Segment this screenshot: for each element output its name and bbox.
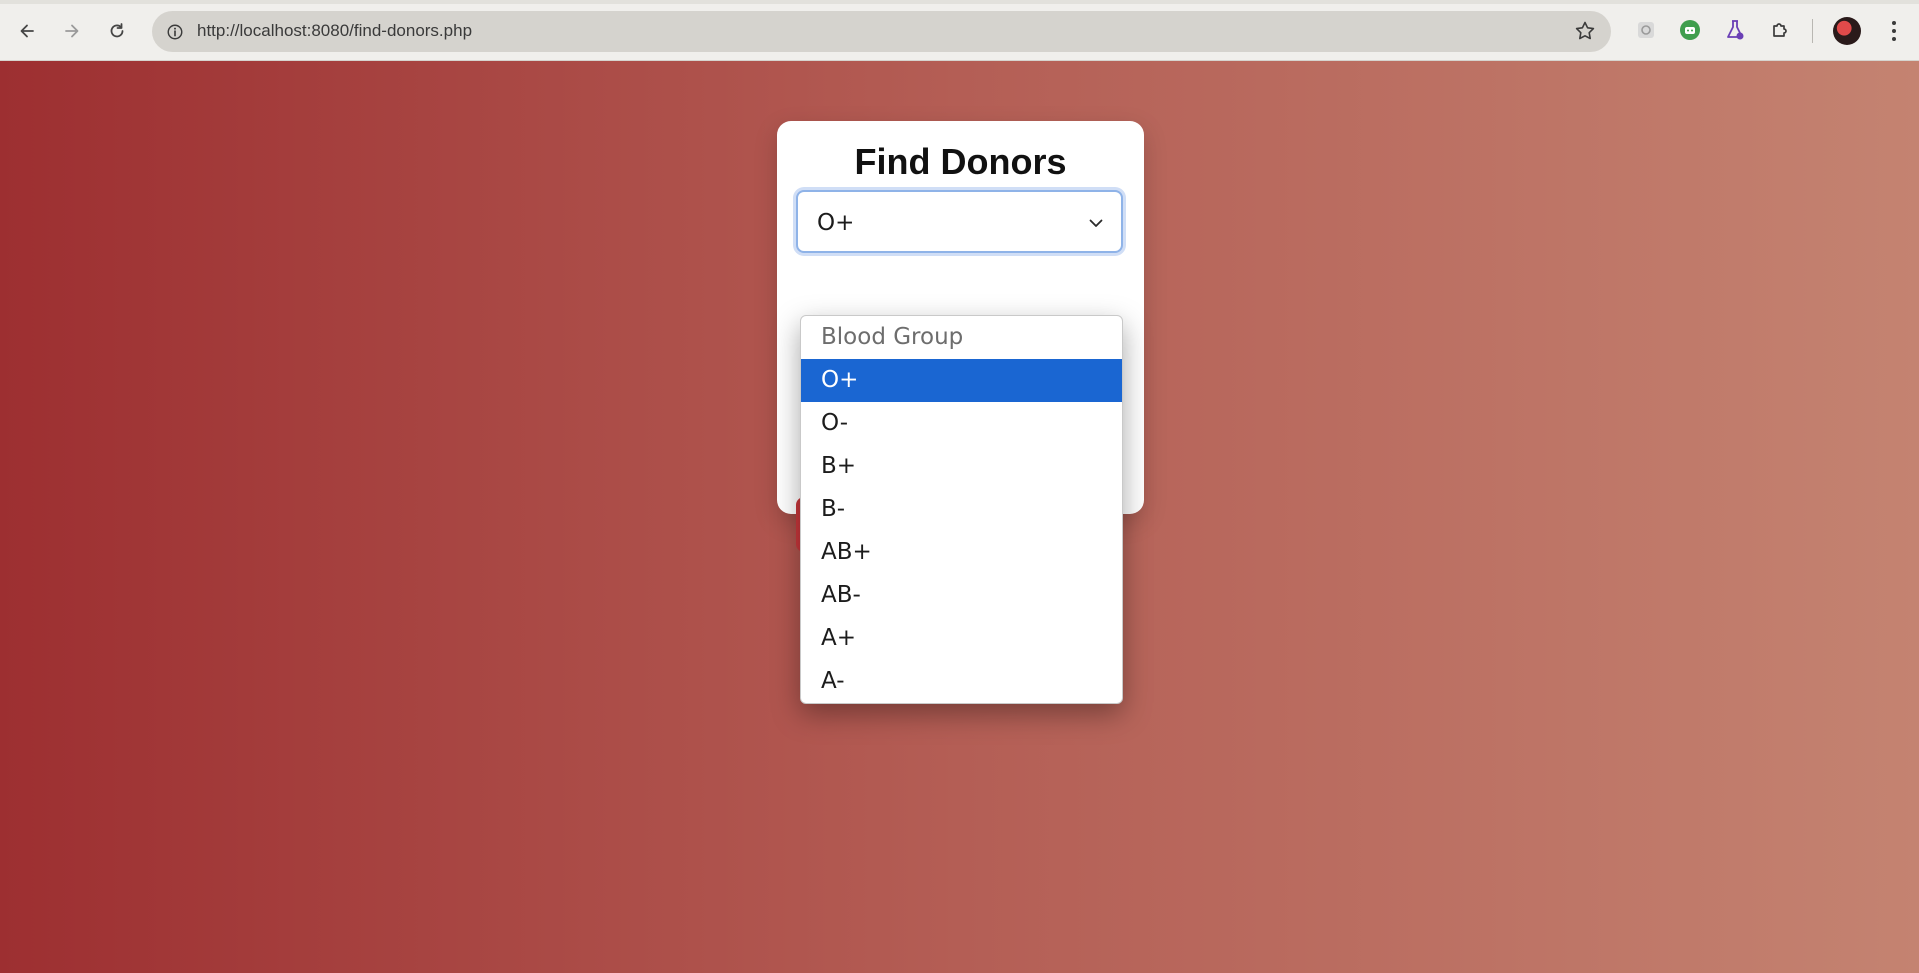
extension-3-button[interactable] (1722, 17, 1748, 43)
address-bar[interactable]: http://localhost:8080/find-donors.php (152, 11, 1611, 52)
url-text[interactable]: http://localhost:8080/find-donors.php (197, 21, 472, 41)
chevron-down-icon (1089, 219, 1103, 227)
option-o-negative[interactable]: O- (801, 402, 1122, 445)
menu-dot (1892, 29, 1896, 33)
flask-icon (1727, 20, 1744, 40)
toolbar-divider (1812, 19, 1813, 43)
reload-icon (110, 23, 124, 38)
option-b-negative[interactable]: B- (801, 488, 1122, 531)
robot-icon (1680, 20, 1700, 40)
browser-toolbar: http://localhost:8080/find-donors.php (0, 0, 1919, 61)
extension-2-button[interactable] (1677, 17, 1703, 43)
page-title: Find Donors (854, 141, 1067, 182)
reload-button[interactable] (99, 13, 135, 49)
extension-1-button[interactable] (1633, 17, 1659, 43)
option-o-positive[interactable]: O+ (801, 359, 1122, 402)
option-b-positive[interactable]: B+ (801, 445, 1122, 488)
menu-dot (1892, 37, 1896, 41)
option-a-negative[interactable]: A- (801, 660, 1122, 703)
option-a-positive[interactable]: A+ (801, 617, 1122, 660)
back-arrow-icon (20, 24, 34, 38)
forward-button[interactable] (54, 13, 90, 49)
puzzle-gear-icon (1638, 22, 1654, 38)
star-icon[interactable] (1573, 19, 1597, 43)
selected-value: O+ (817, 210, 855, 236)
forward-arrow-icon (65, 24, 79, 38)
tab-strip (0, 0, 1919, 4)
profile-avatar[interactable] (1833, 17, 1861, 45)
blood-group-dropdown[interactable]: Blood Group O+ O- B+ B- AB+ AB- A+ A- (800, 315, 1123, 704)
site-info-button[interactable] (160, 17, 190, 47)
info-icon (167, 24, 183, 40)
menu-dot (1892, 21, 1896, 25)
option-placeholder[interactable]: Blood Group (801, 316, 1122, 359)
option-ab-positive[interactable]: AB+ (801, 531, 1122, 574)
extensions-menu-button[interactable] (1767, 17, 1793, 43)
puzzle-icon (1773, 23, 1787, 37)
blood-group-select[interactable]: O+ (796, 190, 1123, 253)
back-button[interactable] (9, 13, 45, 49)
option-ab-negative[interactable]: AB- (801, 574, 1122, 617)
page-viewport: Find Donors O+ Blood Group O+ O- B+ B- A… (0, 61, 1919, 973)
browser-menu-button[interactable] (1884, 17, 1904, 45)
